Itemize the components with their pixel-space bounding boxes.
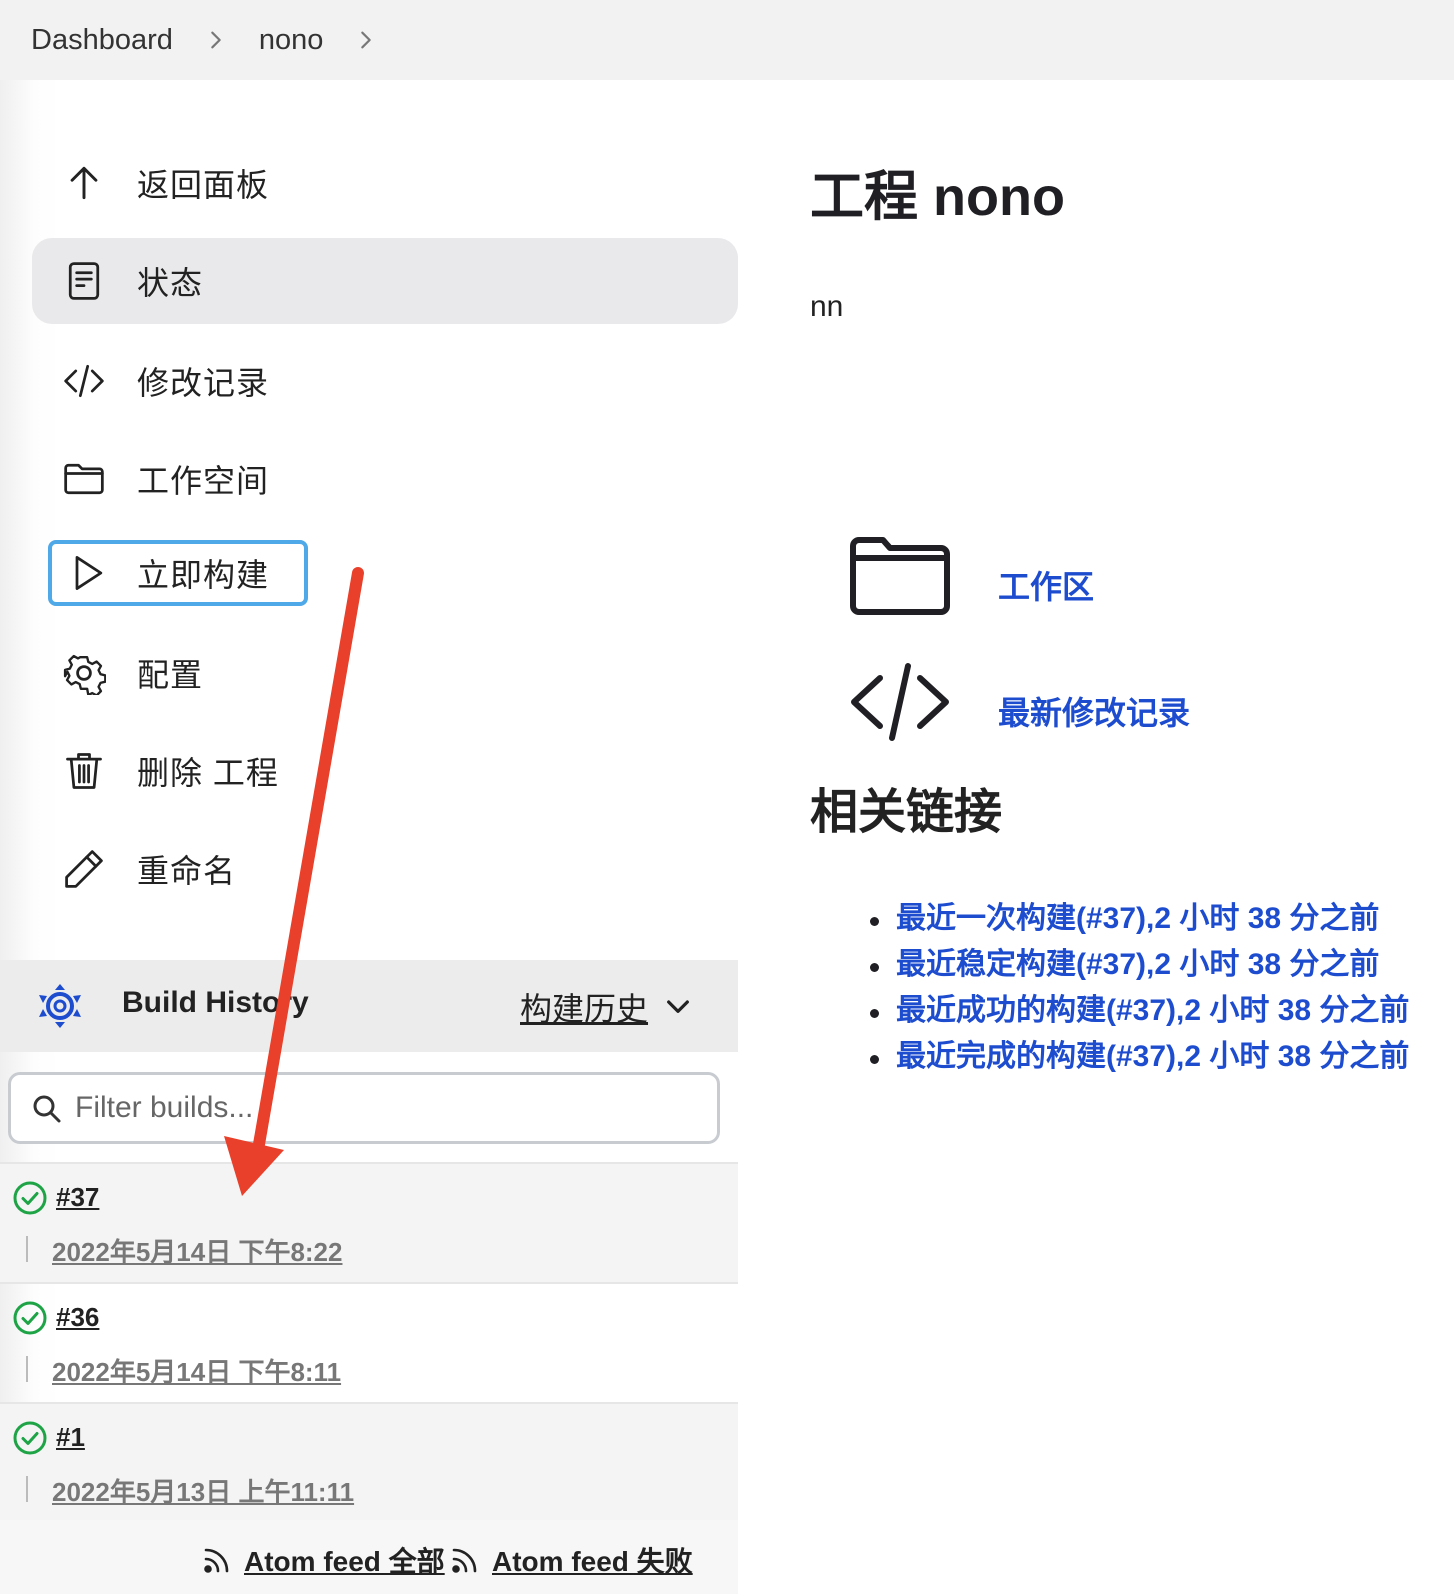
task-status[interactable]: 状态	[32, 238, 738, 324]
timeline-bar	[26, 1476, 28, 1502]
timeline-bar	[26, 1356, 28, 1382]
task-back-to-dashboard[interactable]: 返回面板	[32, 140, 738, 226]
breadcrumb-dashboard[interactable]: Dashboard	[31, 24, 173, 57]
code-icon[interactable]	[848, 660, 952, 744]
build-history-icon	[39, 984, 81, 1028]
recent-changes-link[interactable]: 最新修改记录	[998, 688, 1190, 734]
task-label: 修改记录	[137, 365, 270, 401]
search-icon	[33, 1095, 61, 1123]
task-build-now[interactable]: 立即构建	[48, 540, 308, 606]
breadcrumb-project[interactable]: nono	[259, 24, 324, 57]
task-label: 返回面板	[137, 167, 270, 203]
build-history-header: Build History 构建历史	[0, 960, 738, 1052]
document-icon	[60, 257, 108, 305]
build-time-link[interactable]: 2022年5月14日 下午8:22	[52, 1232, 342, 1269]
chevron-right-icon[interactable]	[323, 20, 409, 60]
atom-feeds: Atom feed 全部 Atom feed 失败	[0, 1520, 738, 1594]
page-title: 工程 nono	[810, 167, 1065, 227]
code-icon	[60, 357, 108, 405]
folder-icon	[60, 455, 108, 503]
feed-label: Atom feed 失败	[492, 1546, 693, 1577]
build-number-link[interactable]: #1	[56, 1422, 85, 1453]
task-label: 删除 工程	[137, 755, 279, 791]
last-successful-build-link[interactable]: 最近成功的构建(#37),2 小时 38 分之前	[870, 988, 1409, 1034]
workspace-link[interactable]: 工作区	[998, 562, 1094, 608]
task-label: 工作空间	[137, 463, 270, 499]
task-label: 配置	[137, 657, 204, 693]
success-check-icon	[13, 1181, 47, 1215]
folder-icon[interactable]	[848, 534, 952, 618]
task-changes[interactable]: 修改记录	[32, 338, 738, 424]
build-number-link[interactable]: #37	[56, 1182, 99, 1213]
chevron-right-icon[interactable]	[173, 20, 259, 60]
build-time-link[interactable]: 2022年5月13日 上午11:11	[52, 1472, 354, 1509]
success-check-icon	[13, 1421, 47, 1455]
task-configure[interactable]: 配置	[32, 630, 738, 716]
trash-icon	[60, 747, 108, 795]
build-number-link[interactable]: #36	[56, 1302, 99, 1333]
last-stable-build-link[interactable]: 最近稳定构建(#37),2 小时 38 分之前	[870, 942, 1409, 988]
build-row[interactable]: #1 2022年5月13日 上午11:11	[0, 1402, 738, 1522]
build-row[interactable]: #36 2022年5月14日 下午8:11	[0, 1282, 738, 1402]
chevron-down-icon[interactable]	[662, 990, 694, 1022]
last-build-link[interactable]: 最近一次构建(#37),2 小时 38 分之前	[870, 896, 1409, 942]
build-history-title: Build History	[122, 986, 309, 1019]
task-workspace[interactable]: 工作空间	[32, 436, 738, 522]
timeline-bar	[26, 1236, 28, 1262]
gear-icon	[60, 649, 108, 697]
build-trend-link[interactable]: 构建历史	[520, 984, 648, 1030]
breadcrumb: Dashboard nono	[0, 0, 1454, 80]
rss-icon	[452, 1548, 477, 1573]
rss-icon	[204, 1548, 229, 1573]
task-label: 重命名	[137, 853, 237, 889]
last-completed-build-link[interactable]: 最近完成的构建(#37),2 小时 38 分之前	[870, 1034, 1409, 1080]
pencil-icon	[60, 845, 108, 893]
task-delete-project[interactable]: 删除 工程	[32, 728, 738, 814]
success-check-icon	[13, 1301, 47, 1335]
task-rename[interactable]: 重命名	[32, 826, 738, 912]
build-row[interactable]: #37 2022年5月14日 下午8:22	[0, 1162, 738, 1282]
task-label: 立即构建	[137, 557, 270, 593]
project-description: nn	[810, 290, 844, 323]
filter-builds-field[interactable]	[8, 1072, 720, 1144]
arrow-up-icon	[60, 159, 108, 207]
related-links-title: 相关链接	[810, 786, 1003, 839]
build-time-link[interactable]: 2022年5月14日 下午8:11	[52, 1352, 341, 1389]
feed-label: Atom feed 全部	[244, 1546, 445, 1577]
related-links-list: 最近一次构建(#37),2 小时 38 分之前 最近稳定构建(#37),2 小时…	[870, 896, 1409, 1080]
atom-feed-failed-link[interactable]: Atom feed 失败	[450, 1540, 693, 1580]
play-icon	[64, 549, 112, 597]
task-label: 状态	[137, 265, 204, 301]
filter-builds-input[interactable]	[75, 1085, 695, 1131]
atom-feed-all-link[interactable]: Atom feed 全部	[202, 1540, 445, 1580]
